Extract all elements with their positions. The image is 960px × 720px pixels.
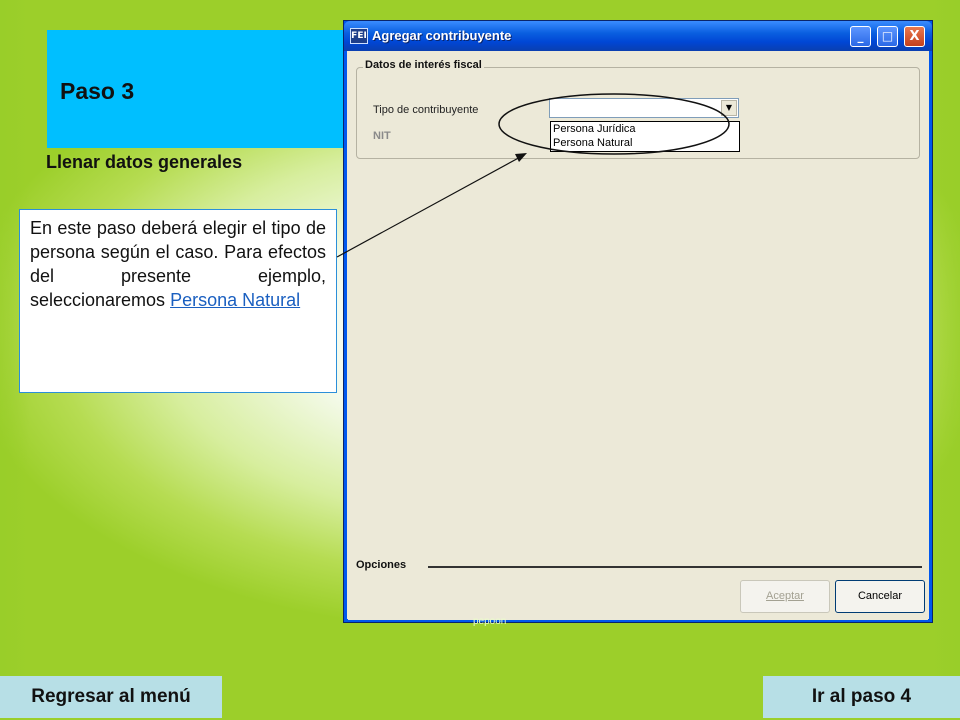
persona-natural-link[interactable]: Persona Natural xyxy=(170,290,300,310)
option-persona-natural[interactable]: Persona Natural xyxy=(551,136,739,150)
dialog-title: Agregar contribuyente xyxy=(372,28,512,43)
step-header-box: Paso 3 xyxy=(47,30,347,148)
app-icon: FEI xyxy=(350,28,368,44)
close-button[interactable]: X xyxy=(904,26,925,47)
maximize-button[interactable]: □ xyxy=(877,26,898,47)
nit-label: NIT xyxy=(373,130,391,142)
aceptar-label: Aceptar xyxy=(766,590,804,602)
step-subtitle: Llenar datos generales xyxy=(46,152,243,172)
tipo-contribuyente-select[interactable]: ▼ xyxy=(549,98,739,118)
opciones-divider xyxy=(428,566,922,568)
dialog-client-area: Datos de interés fiscal Tipo de contribu… xyxy=(348,51,928,620)
regresar-menu-button[interactable]: Regresar al menú xyxy=(0,676,222,718)
step-title: Paso 3 xyxy=(60,78,135,104)
datos-fiscal-groupbox: Datos de interés fiscal Tipo de contribu… xyxy=(356,59,920,159)
background-fragment-text: pepoon xyxy=(473,616,507,627)
cancelar-button[interactable]: Cancelar xyxy=(835,580,925,613)
minimize-button[interactable]: _ xyxy=(850,26,871,47)
dialog-titlebar[interactable]: FEI Agregar contribuyente _ □ X xyxy=(344,21,932,51)
cancelar-label: Cancelar xyxy=(857,590,903,602)
aceptar-button[interactable]: Aceptar xyxy=(740,580,830,613)
instructions-box: En este paso deberá elegir el tipo de pe… xyxy=(19,209,337,393)
agregar-contribuyente-dialog: FEI Agregar contribuyente _ □ X Datos de… xyxy=(343,20,933,623)
tipo-contribuyente-dropdown: Persona Jurídica Persona Natural xyxy=(550,121,740,152)
tipo-contribuyente-label: Tipo de contribuyente xyxy=(373,104,479,116)
groupbox-title: Datos de interés fiscal xyxy=(363,59,484,71)
opciones-section-label: Opciones xyxy=(356,559,407,571)
ir-paso-4-button[interactable]: Ir al paso 4 xyxy=(763,676,960,718)
chevron-down-icon[interactable]: ▼ xyxy=(721,100,737,116)
option-persona-juridica[interactable]: Persona Jurídica xyxy=(551,122,739,136)
